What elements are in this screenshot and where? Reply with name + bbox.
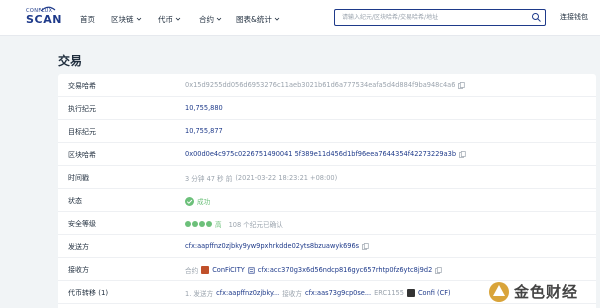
row-exec-epoch: 执行纪元 10,755,880	[58, 97, 596, 120]
watermark-text: 金色财经	[514, 283, 579, 301]
chevron-down-icon	[175, 17, 181, 21]
exec-epoch-label: 执行纪元	[68, 105, 96, 113]
chevron-down-icon	[274, 17, 280, 21]
chevron-down-icon	[216, 17, 222, 21]
nav-tokens[interactable]: 代币	[158, 12, 181, 26]
watermark: 金色财经	[488, 275, 600, 308]
timestamp-value-wrap: 3 分钟 47 秒 前 (2021-03-22 18:23:21 +08:00)	[185, 173, 337, 183]
contract-icon	[248, 266, 255, 274]
search-box	[334, 9, 546, 26]
security-dot	[192, 221, 198, 227]
copy-icon[interactable]	[435, 266, 442, 274]
tx-hash-label: 交易哈希	[68, 82, 96, 90]
exec-epoch-value-wrap: 10,755,880	[185, 104, 223, 112]
security-level-indicator	[185, 221, 212, 227]
block-hash-label: 区块哈希	[68, 151, 96, 159]
conficity-token-icon	[201, 266, 210, 274]
timestamp-absolute: (2021-03-22 18:23:21 +08:00)	[235, 174, 338, 182]
row-target-epoch: 目标纪元 10,755,877	[58, 120, 596, 143]
success-check-icon	[185, 196, 194, 206]
status-badge: 成功	[197, 198, 211, 206]
from-address-link[interactable]: cfx:aapffnz0zjbky9yw9pxhrkdde02yts8bzuaw…	[185, 242, 359, 250]
security-dot	[206, 221, 212, 227]
to-value-wrap: 合约 ConFiCITY cfx:acc370g3x6d56ndcp816gyc…	[185, 265, 442, 275]
target-epoch-value-wrap: 10,755,877	[185, 127, 223, 135]
nav-charts-stats[interactable]: 图表&统计	[236, 12, 280, 26]
security-dot	[185, 221, 191, 227]
jinse-logo-icon	[489, 281, 509, 302]
security-level-text: 高	[215, 221, 222, 229]
timestamp-relative: 3 分钟 47 秒 前	[185, 175, 233, 183]
target-epoch-label: 目标纪元	[68, 128, 96, 136]
token-transfer-label: 代币转移 (1)	[68, 289, 109, 297]
nav-tokens-label: 代币	[158, 14, 173, 24]
transfer-to-label: 接收方	[282, 290, 302, 298]
chevron-down-icon	[136, 17, 141, 21]
copy-icon[interactable]	[458, 81, 466, 89]
connect-wallet-button[interactable]: 连接钱包	[560, 12, 588, 22]
copy-icon[interactable]	[459, 150, 466, 158]
transfer-index-from-label: 1. 发送方	[185, 290, 214, 298]
row-security: 安全等级 高 108 个纪元已确认	[58, 212, 596, 235]
target-epoch-link[interactable]: 10,755,877	[185, 127, 223, 135]
search-input[interactable]	[342, 11, 522, 24]
nav-home[interactable]: 首页	[80, 12, 95, 26]
tx-hash-value: 0x15d9255dd056d6953276c11aeb3021b61d6a77…	[185, 81, 456, 89]
status-label: 状态	[68, 197, 82, 205]
top-header: CONFLUX SCAN 首页 区块链 代币 合约 图表&统计 连接钱包	[0, 0, 600, 36]
confi-token-icon	[406, 289, 415, 297]
token-transfer-value-wrap: 1. 发送方 cfx:aapffnz0zjbky... 接收方 cfx:aas7…	[185, 288, 451, 298]
nav-blockchain[interactable]: 区块链	[111, 12, 142, 26]
page-title: 交易	[58, 54, 83, 68]
conflux-scan-logo[interactable]: CONFLUX SCAN	[26, 6, 63, 30]
row-status: 状态 成功	[58, 189, 596, 212]
row-block-hash: 区块哈希 0x00d0e4c975c0226751490041 5f389e11…	[58, 143, 596, 166]
from-value-wrap: cfx:aapffnz0zjbky9yw9pxhrkdde02yts8bzuaw…	[185, 242, 369, 250]
nav-blockchain-label: 区块链	[111, 14, 134, 24]
status-value-wrap: 成功	[185, 196, 210, 206]
row-tx-hash: 交易哈希 0x15d9255dd056d6953276c11aeb3021b61…	[58, 74, 596, 97]
copy-icon[interactable]	[362, 242, 369, 250]
block-hash-link[interactable]: 0x00d0e4c975c0226751490041 5f389e11d456d…	[185, 150, 456, 158]
to-token-name-link[interactable]: ConFiCITY	[212, 266, 245, 274]
transfer-standard: ERC1155	[374, 289, 404, 297]
to-prefix: 合约	[185, 267, 199, 275]
security-dot	[199, 221, 205, 227]
transfer-token-link[interactable]: Confi (CF)	[418, 289, 451, 297]
security-label: 安全等级	[68, 220, 96, 228]
nav-charts-stats-label: 图表&统计	[236, 14, 272, 24]
transfer-to-link[interactable]: cfx:aas73g9cp0se...	[305, 289, 371, 297]
security-confirmations: 108 个纪元已确认	[228, 221, 283, 229]
from-label: 发送方	[68, 243, 89, 251]
transaction-details-card: 交易哈希 0x15d9255dd056d6953276c11aeb3021b61…	[58, 74, 596, 308]
exec-epoch-link[interactable]: 10,755,880	[185, 104, 223, 112]
block-hash-value-wrap: 0x00d0e4c975c0226751490041 5f389e11d456d…	[185, 150, 466, 158]
nav-contracts-label: 合约	[199, 14, 214, 24]
tx-hash-value-wrap: 0x15d9255dd056d6953276c11aeb3021b61d6a77…	[185, 81, 466, 89]
nav-home-label: 首页	[80, 14, 95, 24]
timestamp-label: 时间戳	[68, 174, 89, 182]
logo-large-text: SCAN	[26, 13, 63, 26]
search-icon[interactable]	[531, 12, 542, 23]
transfer-from-link[interactable]: cfx:aapffnz0zjbky...	[216, 289, 279, 297]
security-value-wrap: 高 108 个纪元已确认	[185, 219, 283, 229]
row-from: 发送方 cfx:aapffnz0zjbky9yw9pxhrkdde02yts8b…	[58, 235, 596, 258]
nav-contracts[interactable]: 合约	[199, 12, 222, 26]
to-label: 接收方	[68, 266, 89, 274]
row-timestamp: 时间戳 3 分钟 47 秒 前 (2021-03-22 18:23:21 +08…	[58, 166, 596, 189]
to-address-link[interactable]: cfx:acc370g3x6d56ndcp816gyc657rhtp0fz6yt…	[258, 266, 433, 274]
